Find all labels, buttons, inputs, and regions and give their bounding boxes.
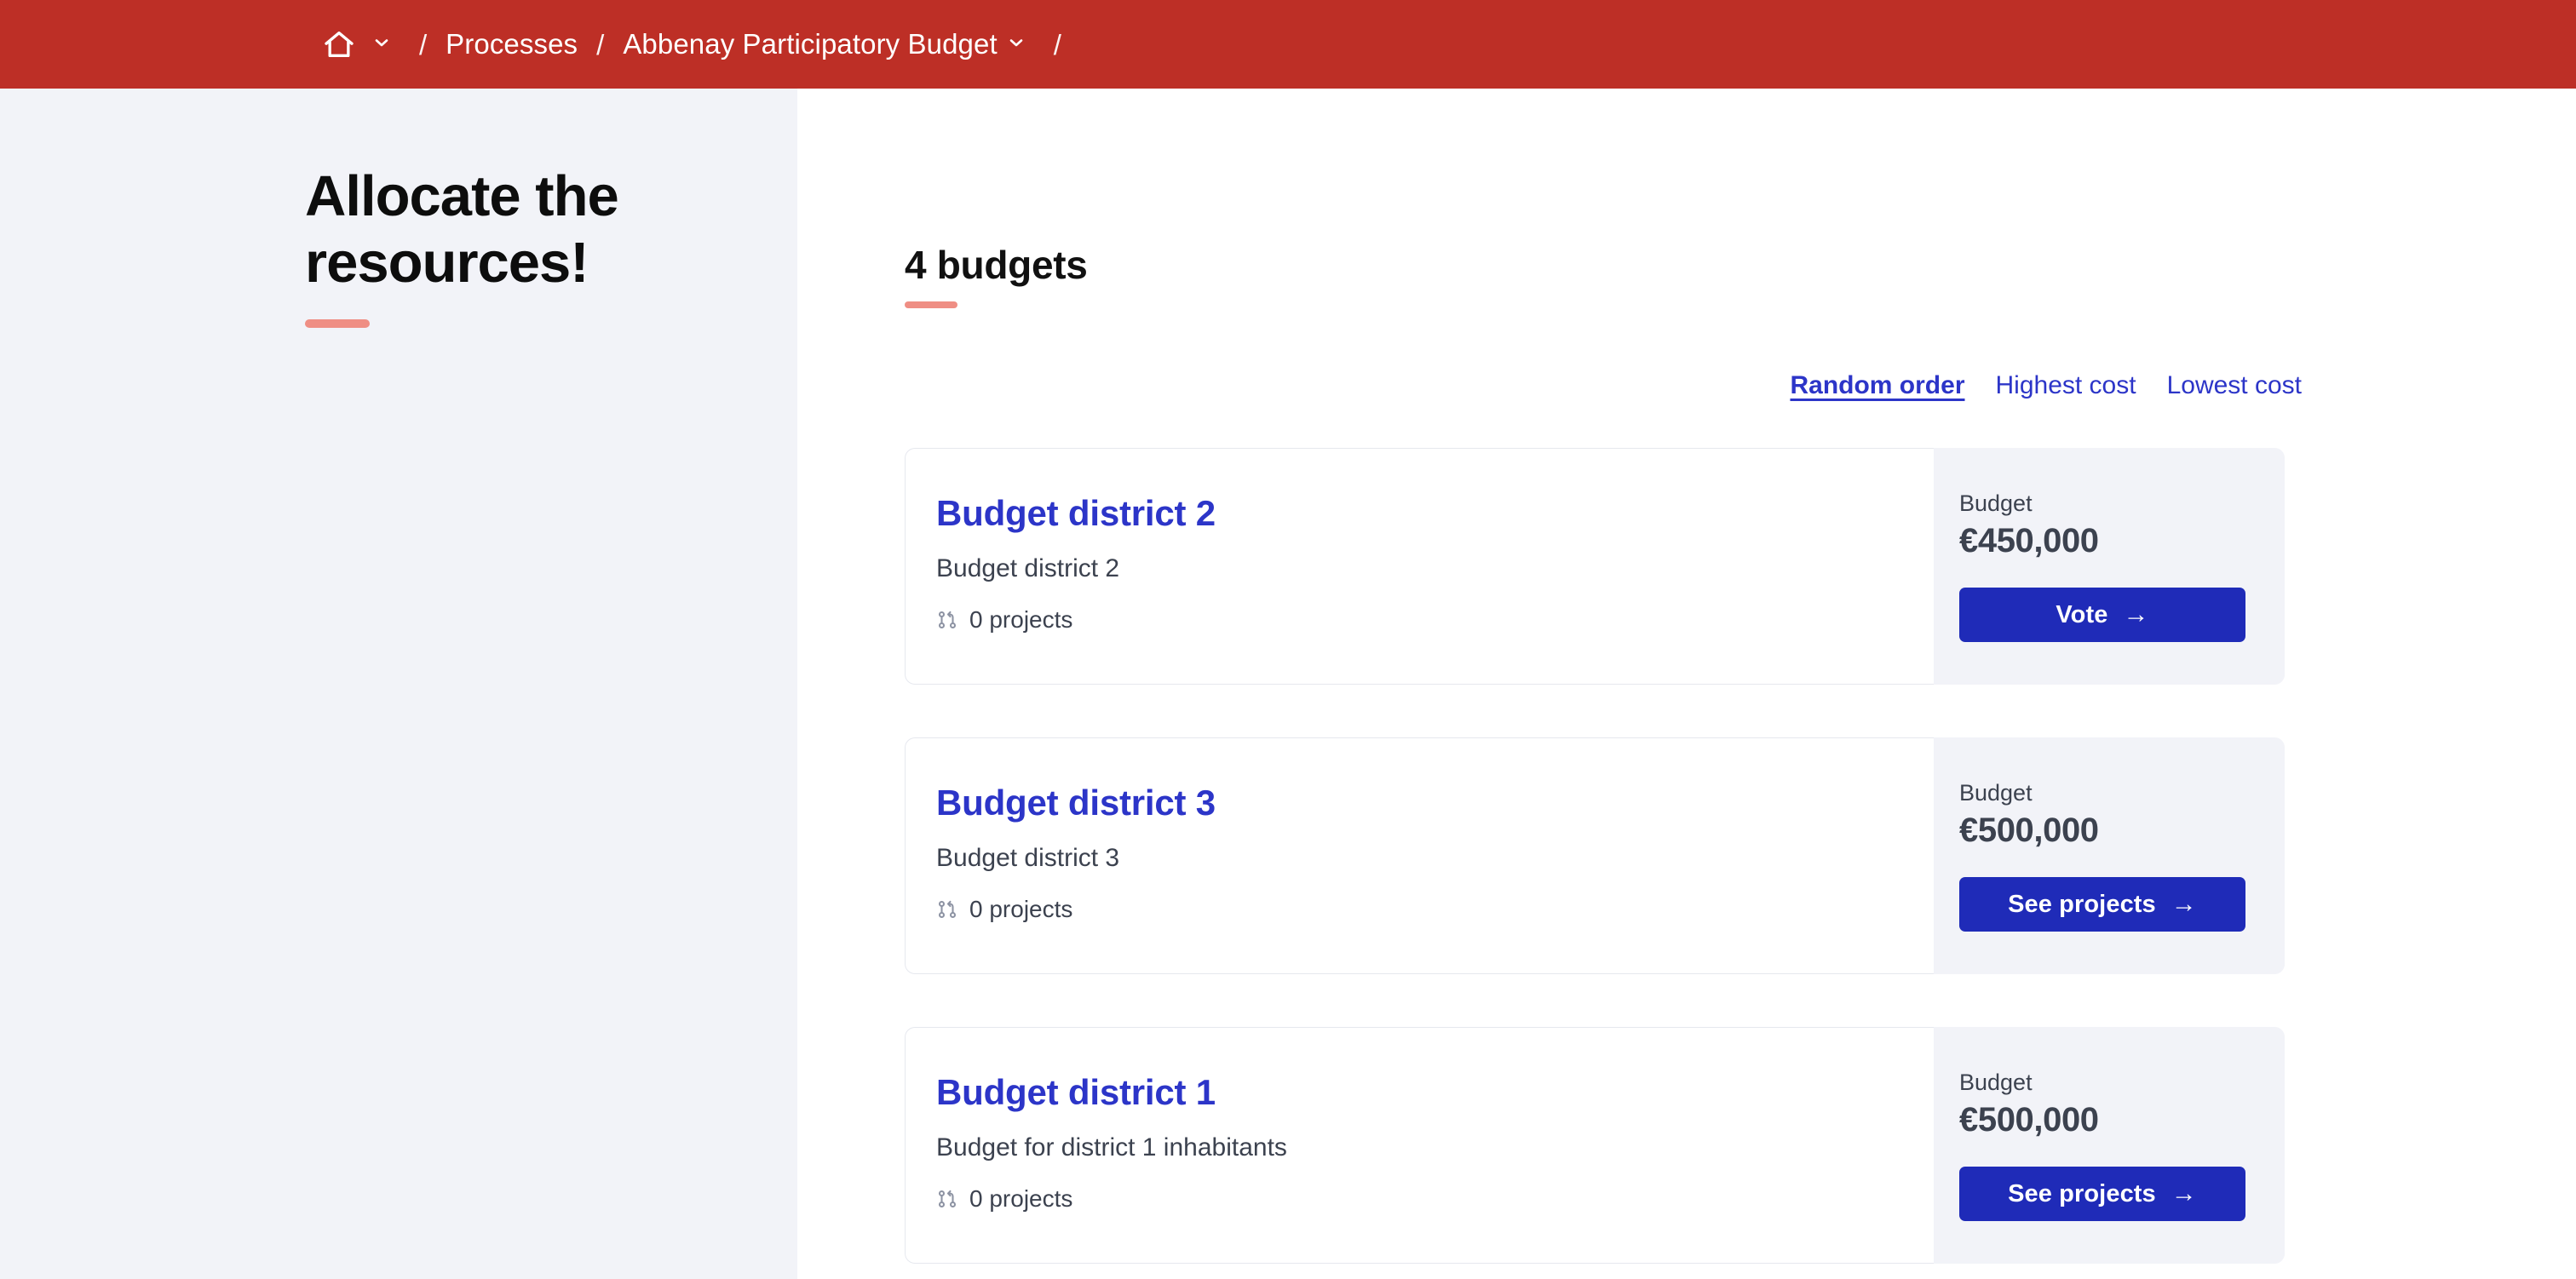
see-projects-button-label: See projects	[2008, 1179, 2156, 1207]
arrow-right-icon: →	[2171, 1179, 2197, 1207]
budget-amount-label: Budget	[1959, 780, 2033, 806]
budget-card[interactable]: Budget district 3 Budget district 3 0 pr…	[905, 737, 2285, 974]
main-content: 4 budgets Random order Highest cost Lowe…	[797, 89, 2576, 1279]
git-branch-icon	[936, 609, 958, 631]
breadcrumb-separator: /	[1053, 28, 1061, 60]
budget-amount-label: Budget	[1959, 490, 2033, 516]
budget-card-description: Budget district 2	[936, 554, 1120, 582]
budget-amount-value: €500,000	[1959, 812, 2099, 849]
vote-button-label: Vote	[2056, 600, 2108, 628]
vote-button[interactable]: Vote →	[1959, 588, 2245, 642]
title-accent-rule	[305, 318, 370, 328]
git-branch-icon	[936, 898, 958, 921]
breadcrumb-item-process[interactable]: Abbenay Participatory Budget	[623, 28, 997, 60]
budget-card-description: Budget for district 1 inhabitants	[936, 1133, 1287, 1161]
see-projects-button[interactable]: See projects →	[1959, 1167, 2245, 1221]
budget-card-meta: 0 projects	[936, 896, 1934, 923]
home-icon	[322, 27, 356, 61]
budget-card-projects-count: 0 projects	[969, 896, 1073, 922]
arrow-right-icon: →	[2171, 890, 2197, 918]
budget-card-meta: 0 projects	[936, 606, 1934, 634]
budget-amount-value: €450,000	[1959, 522, 2099, 559]
budget-card-list: Budget district 2 Budget district 2 0 pr…	[905, 400, 2576, 1264]
order-link-highest-cost[interactable]: Highest cost	[1996, 371, 2136, 400]
budget-card-meta: 0 projects	[936, 1185, 1934, 1213]
page-body: Allocate the resources! 4 budgets Random…	[0, 89, 2576, 1279]
budget-card[interactable]: Budget district 1 Budget for district 1 …	[905, 1027, 2285, 1264]
home-dropdown-toggle[interactable]	[363, 26, 400, 63]
budget-card-body: Budget district 2 Budget district 2 0 pr…	[905, 448, 1934, 685]
budget-card-projects-count: 0 projects	[969, 606, 1073, 633]
budget-card-title[interactable]: Budget district 2	[936, 493, 1216, 534]
arrow-right-icon: →	[2123, 600, 2149, 628]
home-button[interactable]	[315, 20, 363, 68]
heading-accent-rule	[905, 301, 957, 308]
order-link-random[interactable]: Random order	[1790, 371, 1964, 400]
budget-card-title[interactable]: Budget district 1	[936, 1072, 1216, 1113]
budgets-count-heading: 4 budgets	[905, 243, 1088, 287]
budget-card-projects-count: 0 projects	[969, 1185, 1073, 1212]
budgets-heading-block: 4 budgets	[905, 89, 2576, 308]
page-title: Allocate the resources!	[305, 164, 619, 295]
budget-amount-value: €500,000	[1959, 1101, 2099, 1138]
see-projects-button[interactable]: See projects →	[1959, 877, 2245, 932]
budget-card-side: Budget €450,000 Vote →	[1934, 448, 2285, 685]
budget-card-description: Budget district 3	[936, 844, 1120, 872]
budget-card-body: Budget district 3 Budget district 3 0 pr…	[905, 737, 1934, 974]
breadcrumb-separator: /	[419, 28, 428, 60]
see-projects-button-label: See projects	[2008, 890, 2156, 918]
budget-amount-label: Budget	[1959, 1070, 2033, 1095]
process-dropdown-toggle[interactable]	[998, 26, 1035, 63]
budget-card-title[interactable]: Budget district 3	[936, 783, 1216, 823]
chevron-down-icon	[371, 32, 392, 57]
budget-card-side: Budget €500,000 See projects →	[1934, 1027, 2285, 1264]
chevron-down-icon	[1006, 32, 1026, 57]
breadcrumb-item-processes[interactable]: Processes	[446, 28, 578, 60]
budget-card-side: Budget €500,000 See projects →	[1934, 737, 2285, 974]
order-filter-bar: Random order Highest cost Lowest cost	[905, 308, 2302, 400]
sidebar: Allocate the resources!	[0, 89, 797, 1279]
breadcrumb-bar: / Processes / Abbenay Participatory Budg…	[0, 0, 2576, 89]
budget-card[interactable]: Budget district 2 Budget district 2 0 pr…	[905, 448, 2285, 685]
order-link-lowest-cost[interactable]: Lowest cost	[2167, 371, 2302, 400]
breadcrumb-separator: /	[596, 28, 605, 60]
git-branch-icon	[936, 1188, 958, 1210]
budget-card-body: Budget district 1 Budget for district 1 …	[905, 1027, 1934, 1264]
